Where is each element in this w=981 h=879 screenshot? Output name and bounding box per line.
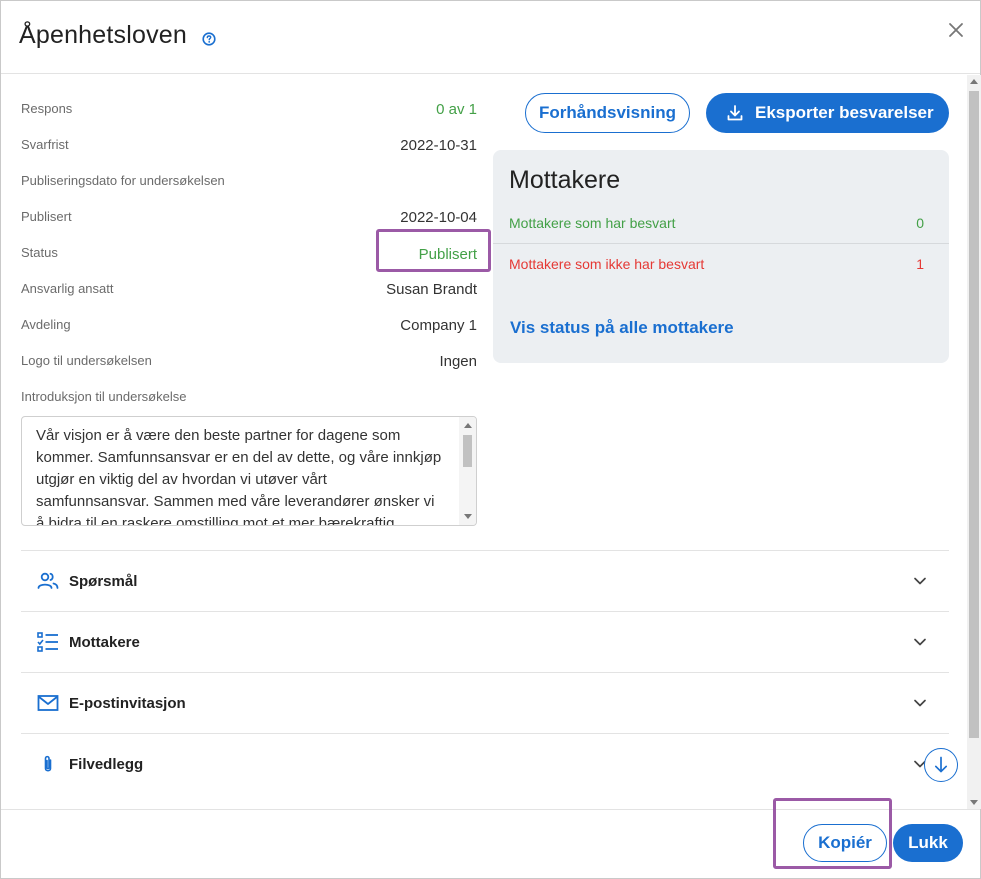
answered-count: 0 (916, 215, 924, 231)
not-answered-row: Mottakere som ikke har besvart 1 (493, 256, 949, 296)
info-label: Status (21, 245, 58, 260)
info-row-publisert: Publisert 2022-10-04 (21, 209, 477, 233)
info-label: Respons (21, 101, 73, 116)
info-label: Avdeling (21, 317, 71, 332)
section-recipients[interactable]: Mottakere (21, 611, 949, 672)
not-answered-count: 1 (916, 256, 924, 272)
paperclip-icon (44, 755, 52, 772)
info-value: 0 av 1 (436, 101, 477, 118)
recipients-card-title: Mottakere (509, 166, 621, 194)
section-label: Spørsmål (69, 573, 138, 590)
info-label: Logo til undersøkelsen (21, 353, 152, 368)
scroll-up-icon[interactable] (970, 79, 978, 84)
info-value: 2022-10-04 (400, 209, 477, 226)
close-icon[interactable] (945, 19, 967, 41)
chevron-down-icon (914, 577, 926, 585)
answered-label: Mottakere som har besvart (509, 215, 676, 231)
section-label: Filvedlegg (69, 756, 144, 773)
intro-textarea[interactable]: Vår visjon er å være den beste partner f… (21, 416, 477, 526)
info-label: Publiseringsdato for undersøkelsen (21, 173, 225, 188)
info-label: Introduksjon til undersøkelse (21, 389, 187, 404)
scroll-thumb[interactable] (463, 435, 472, 467)
dialog-title: Åpenhetsloven (19, 21, 188, 49)
scroll-to-bottom-icon[interactable] (924, 748, 958, 782)
checklist-icon (37, 632, 58, 652)
info-row-status: Status Publisert (21, 245, 477, 269)
answered-row: Mottakere som har besvart 0 (493, 215, 949, 255)
chevron-down-icon (914, 638, 926, 646)
info-row-respons: Respons 0 av 1 (21, 101, 477, 125)
info-row-svarfrist: Svarfrist 2022-10-31 (21, 137, 477, 161)
section-attachments[interactable]: Filvedlegg (21, 733, 949, 794)
intro-text: Vår visjon er å være den beste partner f… (36, 427, 442, 526)
info-row-ansvarlig: Ansvarlig ansatt Susan Brandt (21, 281, 477, 305)
help-icon[interactable] (202, 32, 216, 46)
info-label: Ansvarlig ansatt (21, 281, 114, 296)
scroll-down-icon[interactable] (970, 800, 978, 805)
dialog: Åpenhetsloven Respons 0 av 1 Svarfrist 2… (0, 0, 981, 879)
status-all-link[interactable]: Vis status på alle mottakere (510, 318, 734, 338)
people-icon (37, 572, 59, 589)
scroll-thumb[interactable] (969, 91, 979, 738)
section-email-invitation[interactable]: E-postinvitasjon (21, 672, 949, 733)
info-row-logo: Logo til undersøkelsen Ingen (21, 353, 477, 377)
dialog-header: Åpenhetsloven (1, 1, 980, 74)
recipients-card: Mottakere Mottakere som har besvart 0 Mo… (493, 150, 949, 363)
info-label: Svarfrist (21, 137, 69, 152)
dialog-body: Respons 0 av 1 Svarfrist 2022-10-31 Publ… (1, 75, 967, 809)
textarea-scrollbar[interactable] (459, 417, 476, 525)
info-value: Ingen (439, 353, 477, 370)
info-row-publiseringsdato: Publiseringsdato for undersøkelsen (21, 173, 477, 197)
scroll-down-icon[interactable] (464, 514, 472, 519)
info-row-avdeling: Avdeling Company 1 (21, 317, 477, 341)
download-icon (727, 105, 743, 121)
export-button-label: Eksporter besvarelser (755, 103, 934, 122)
section-label: E-postinvitasjon (69, 695, 186, 712)
close-button[interactable]: Lukk (893, 824, 963, 862)
card-divider (493, 243, 949, 244)
scroll-up-icon[interactable] (464, 423, 472, 428)
dialog-scrollbar[interactable] (967, 75, 981, 809)
preview-button[interactable]: Forhåndsvisning (525, 93, 690, 133)
info-row-introduksjon: Introduksjon til undersøkelse (21, 389, 477, 413)
info-value: 2022-10-31 (400, 137, 477, 154)
section-label: Mottakere (69, 634, 140, 651)
chevron-down-icon (914, 699, 926, 707)
info-value: Company 1 (400, 317, 477, 334)
dialog-footer: Kopiér Lukk (1, 809, 980, 878)
status-badge: Publisert (418, 246, 477, 263)
not-answered-label: Mottakere som ikke har besvart (509, 256, 705, 272)
copy-button[interactable]: Kopiér (803, 824, 887, 862)
info-value: Susan Brandt (386, 281, 477, 298)
info-label: Publisert (21, 209, 72, 224)
export-button[interactable]: Eksporter besvarelser (706, 93, 949, 133)
mail-icon (37, 695, 59, 711)
section-questions[interactable]: Spørsmål (21, 550, 949, 611)
